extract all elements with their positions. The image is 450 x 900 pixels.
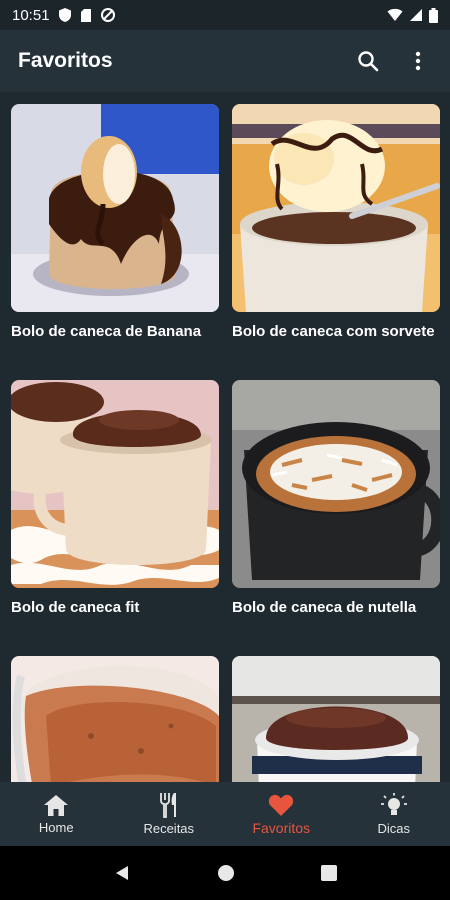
- search-button[interactable]: [354, 47, 382, 75]
- sd-card-icon: [80, 8, 91, 22]
- battery-icon: [429, 7, 438, 23]
- status-bar: 10:51: [0, 0, 450, 30]
- wifi-icon: [387, 8, 403, 21]
- nav-label: Favoritos: [252, 819, 311, 836]
- heart-icon: [269, 794, 294, 816]
- nav-label: Receitas: [143, 821, 195, 836]
- home-icon: [44, 795, 69, 816]
- status-time: 10:51: [12, 6, 50, 24]
- nav-label: Home: [38, 820, 74, 835]
- recipe-card[interactable]: [232, 656, 440, 782]
- nav-item-dicas[interactable]: Dicas: [338, 782, 450, 846]
- more-options-button[interactable]: [404, 47, 432, 75]
- recipe-title: Bolo de caneca fit: [11, 599, 140, 616]
- fork-knife-icon: [159, 793, 176, 818]
- recipe-card[interactable]: Bolo de caneca de nutella: [232, 380, 440, 656]
- signal-icon: [410, 9, 422, 21]
- recipe-image: [232, 380, 440, 588]
- nav-item-home[interactable]: Home: [0, 782, 113, 846]
- recipe-title: Bolo de caneca com sorvete: [232, 323, 435, 340]
- nav-label: Dicas: [377, 821, 410, 836]
- recipe-card[interactable]: Bolo de caneca de Banana: [11, 104, 219, 380]
- status-system-icons: [387, 7, 438, 23]
- recipe-image: [11, 380, 219, 588]
- recipe-image: [11, 656, 219, 782]
- status-notifications: [58, 7, 116, 23]
- recipe-image: [232, 656, 440, 782]
- recipe-title: Bolo de caneca de Banana: [11, 323, 202, 340]
- favorites-grid: Bolo de caneca de Banana Bolo de caneca …: [0, 92, 450, 782]
- more-vert-icon: [415, 51, 421, 71]
- recipe-image: [232, 104, 440, 312]
- recipe-card[interactable]: Bolo de caneca com sorvete: [232, 104, 440, 380]
- app-bar: Favoritos: [0, 30, 450, 92]
- home-circle-icon[interactable]: [217, 864, 235, 882]
- system-navigation-bar: [0, 846, 450, 900]
- search-icon: [358, 51, 379, 72]
- recipe-card[interactable]: [11, 656, 219, 782]
- nav-item-favoritos[interactable]: Favoritos: [225, 782, 338, 846]
- recipe-image: [11, 104, 219, 312]
- recipe-title: Bolo de caneca de nutella: [232, 599, 417, 616]
- bottom-navigation: Home Receitas Favoritos Dicas: [0, 782, 450, 846]
- recipe-card[interactable]: Bolo de caneca fit: [11, 380, 219, 656]
- recents-icon[interactable]: [321, 865, 337, 881]
- page-title: Favoritos: [18, 49, 113, 72]
- lightbulb-icon: [380, 793, 407, 815]
- shield-icon: [58, 8, 71, 22]
- nav-item-receitas[interactable]: Receitas: [113, 782, 226, 846]
- back-icon[interactable]: [113, 864, 131, 882]
- data-saver-icon: [100, 8, 115, 22]
